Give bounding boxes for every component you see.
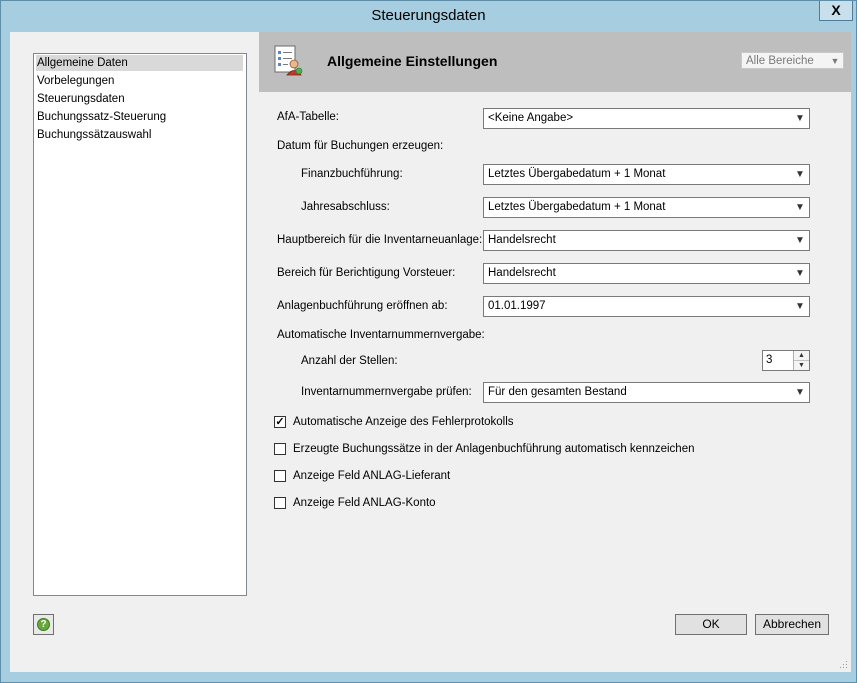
stellen-value: 3 — [766, 354, 773, 366]
pruefen-value: Für den gesamten Bestand — [488, 386, 627, 398]
close-button[interactable]: X — [819, 1, 853, 21]
nav-item-vorbelegungen[interactable]: Vorbelegungen — [36, 73, 243, 89]
checkbox-konto[interactable] — [274, 497, 286, 509]
pruefen-label: Inventarnummernvergabe prüfen: — [301, 386, 472, 398]
hauptbereich-value: Handelsrecht — [488, 234, 556, 246]
chevron-down-icon: ▼ — [795, 235, 805, 246]
title-bar[interactable]: Steuerungsdaten X — [1, 1, 856, 31]
chevron-down-icon: ▼ — [830, 56, 840, 66]
area-filter-value: Alle Bereiche — [746, 55, 814, 67]
vorsteuer-label: Bereich für Berichtigung Vorsteuer: — [277, 267, 456, 279]
category-list[interactable]: Allgemeine Daten Vorbelegungen Steuerung… — [33, 53, 247, 596]
chevron-down-icon: ▼ — [795, 169, 805, 180]
nav-item-allgemeine-daten[interactable]: Allgemeine Daten — [36, 55, 243, 71]
chevron-down-icon: ▼ — [795, 387, 805, 398]
vorsteuer-value: Handelsrecht — [488, 267, 556, 279]
help-button[interactable]: ? — [33, 614, 54, 635]
check-label-kennzeichen: Erzeugte Buchungssätze in der Anlagenbuc… — [293, 443, 695, 455]
vorsteuer-select[interactable]: Handelsrecht ▼ — [483, 263, 810, 284]
auto-group-label: Automatische Inventarnummernvergabe: — [277, 329, 485, 341]
stepper-buttons: ▲ ▼ — [793, 351, 809, 370]
dialog-client-area: Allgemeine Daten Vorbelegungen Steuerung… — [10, 32, 851, 672]
nav-item-buchungssaetzauswahl[interactable]: Buchungssätzauswahl — [36, 127, 243, 143]
hauptbereich-select[interactable]: Handelsrecht ▼ — [483, 230, 810, 251]
chevron-down-icon: ▼ — [795, 268, 805, 279]
ok-button[interactable]: OK — [675, 614, 747, 635]
checkbox-fehlerprotokoll[interactable]: ✓ — [274, 416, 286, 428]
anlagen-label: Anlagenbuchführung eröffnen ab: — [277, 300, 448, 312]
nav-item-buchungssatz-steuerung[interactable]: Buchungssatz-Steuerung — [36, 109, 243, 125]
pruefen-select[interactable]: Für den gesamten Bestand ▼ — [483, 382, 810, 403]
stellen-label: Anzahl der Stellen: — [301, 355, 398, 367]
chevron-down-icon: ▼ — [795, 202, 805, 213]
area-filter-select[interactable]: Alle Bereiche ▼ — [741, 52, 844, 69]
cancel-button[interactable]: Abbrechen — [755, 614, 829, 635]
finanz-label: Finanzbuchführung: — [301, 168, 403, 180]
anlagen-value: 01.01.1997 — [488, 300, 546, 312]
nav-item-steuerungsdaten[interactable]: Steuerungsdaten — [36, 91, 243, 107]
section-header: Allgemeine Einstellungen Alle Bereiche ▼ — [259, 32, 851, 92]
help-icon: ? — [37, 618, 50, 631]
checkmark-icon: ✓ — [275, 416, 285, 428]
window-title: Steuerungsdaten — [371, 7, 486, 24]
afa-label: AfA-Tabelle: — [277, 111, 340, 123]
finanz-select[interactable]: Letztes Übergabedatum + 1 Monat ▼ — [483, 164, 810, 185]
check-label-fehlerprotokoll: Automatische Anzeige des Fehlerprotokoll… — [293, 416, 514, 428]
dialog-window: Steuerungsdaten X Allgemeine Daten Vorbe… — [0, 0, 857, 683]
section-title: Allgemeine Einstellungen — [327, 53, 498, 69]
resize-grip-icon[interactable] — [838, 659, 848, 669]
chevron-down-icon: ▼ — [795, 301, 805, 312]
settings-document-icon — [274, 45, 303, 76]
jahres-value: Letztes Übergabedatum + 1 Monat — [488, 201, 666, 213]
afa-value: <Keine Angabe> — [488, 112, 574, 124]
checkbox-lieferant[interactable] — [274, 470, 286, 482]
afa-select[interactable]: <Keine Angabe> ▼ — [483, 108, 810, 129]
jahres-label: Jahresabschluss: — [301, 201, 390, 213]
checkbox-kennzeichen[interactable] — [274, 443, 286, 455]
hauptbereich-label: Hauptbereich für die Inventarneuanlage: — [277, 234, 483, 246]
stepper-up-icon[interactable]: ▲ — [794, 351, 809, 361]
check-label-konto: Anzeige Feld ANLAG-Konto — [293, 497, 436, 509]
check-label-lieferant: Anzeige Feld ANLAG-Lieferant — [293, 470, 451, 482]
finanz-value: Letztes Übergabedatum + 1 Monat — [488, 168, 666, 180]
anlagen-date-select[interactable]: 01.01.1997 ▼ — [483, 296, 810, 317]
chevron-down-icon: ▼ — [795, 113, 805, 124]
datum-group-label: Datum für Buchungen erzeugen: — [277, 140, 444, 152]
stepper-down-icon[interactable]: ▼ — [794, 361, 809, 370]
stellen-stepper[interactable]: 3 ▲ ▼ — [762, 350, 810, 371]
jahres-select[interactable]: Letztes Übergabedatum + 1 Monat ▼ — [483, 197, 810, 218]
